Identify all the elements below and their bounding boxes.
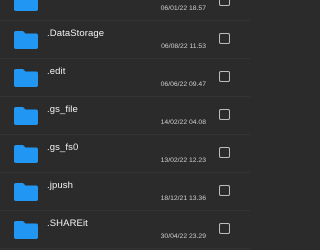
item-checkbox[interactable] [219,185,230,196]
folder-icon [13,0,39,12]
item-checkbox[interactable] [219,0,230,6]
list-item[interactable]: .jpush 18/12/21 13.36 [0,173,250,211]
item-date: 13/02/22 12.23 [160,157,206,164]
list-item[interactable]: .gs_fs0 13/02/22 12.23 [0,135,250,173]
item-date: 06/08/22 11.53 [161,43,206,50]
item-checkbox[interactable] [219,223,230,234]
file-list: 06/01/22 18.57 .DataStorage 06/08/22 11.… [0,0,250,249]
item-name: .gs_fs0 [47,142,79,153]
folder-icon [13,106,39,126]
item-date: 30/04/22 23.29 [160,233,206,240]
list-item[interactable]: .edit 06/06/22 09.47 [0,59,250,97]
item-name: .edit [47,66,66,77]
item-name: .gs_file [47,104,78,115]
list-item[interactable]: .DataStorage 06/08/22 11.53 [0,21,250,59]
list-item[interactable]: 06/01/22 18.57 [0,0,250,21]
folder-icon [13,144,39,164]
item-checkbox[interactable] [219,147,230,158]
list-item[interactable]: .gs_file 14/02/22 04.08 [0,97,250,135]
item-checkbox[interactable] [219,71,230,82]
folder-icon [13,220,39,240]
item-checkbox[interactable] [219,33,230,44]
list-item[interactable]: .SHAREit 30/04/22 23.29 [0,211,250,249]
folder-icon [13,30,39,50]
item-date: 14/02/22 04.08 [160,119,206,126]
item-name: .jpush [47,180,73,191]
folder-icon [13,182,39,202]
item-name: .DataStorage [47,28,105,39]
item-checkbox[interactable] [219,109,230,120]
item-date: 06/06/22 09.47 [160,81,206,88]
item-date: 06/01/22 18.57 [160,5,206,12]
item-date: 18/12/21 13.36 [160,195,206,202]
folder-icon [13,68,39,88]
item-name: .SHAREit [47,218,88,229]
